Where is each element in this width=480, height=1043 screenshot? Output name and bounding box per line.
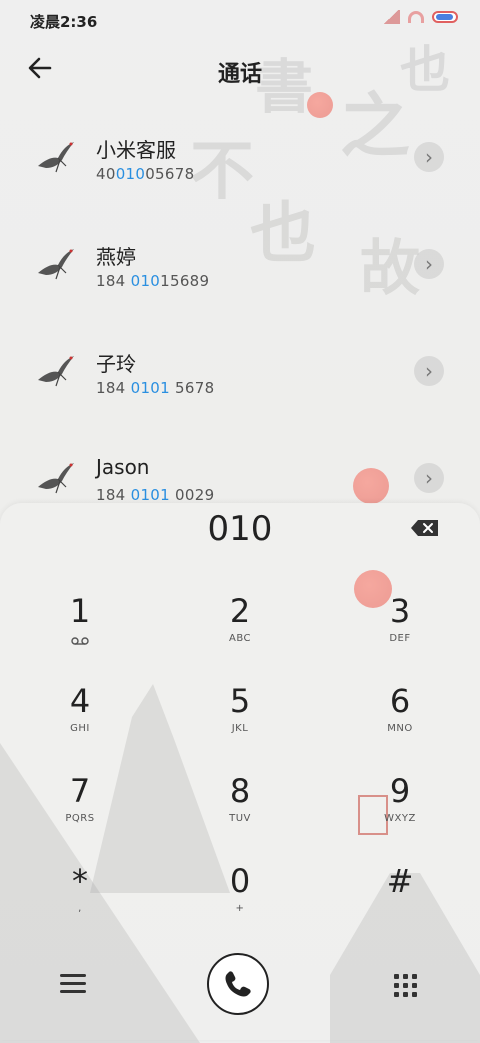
crane-avatar-icon (38, 463, 74, 494)
crane-avatar-icon (38, 356, 74, 387)
status-icons (382, 10, 458, 24)
key-8[interactable]: 8 TUV (180, 771, 300, 851)
key-hash[interactable]: # (340, 861, 460, 941)
key-6[interactable]: 6 MNO (340, 681, 460, 761)
contact-row[interactable]: 小米客服 4001005678 › (0, 110, 480, 217)
voicemail-icon (71, 637, 89, 645)
chevron-right-icon[interactable]: › (414, 142, 444, 172)
header: 通话 (0, 40, 480, 100)
dial-input[interactable]: 010 (0, 509, 480, 549)
key-star[interactable]: * , (20, 861, 140, 941)
contact-number: 184 01015689 (96, 272, 210, 290)
key-1[interactable]: 1 (20, 591, 140, 671)
contact-name: 子玲 (96, 352, 136, 376)
contact-number: 184 0101 5678 (96, 379, 215, 397)
chevron-right-icon[interactable]: › (414, 463, 444, 493)
contact-list: 小米客服 4001005678 › 燕婷 184 01015689 › 子玲 1… (0, 110, 480, 538)
signal-icon (382, 10, 400, 24)
key-7[interactable]: 7 PQRS (20, 771, 140, 851)
status-time: 凌晨2:36 (30, 13, 98, 31)
crane-avatar-icon (38, 249, 74, 280)
key-2[interactable]: 2 ABC (180, 591, 300, 671)
bottom-bar (0, 950, 480, 1020)
chevron-right-icon[interactable]: › (414, 249, 444, 279)
page-title: 通话 (217, 62, 262, 87)
phone-icon (225, 971, 251, 997)
key-9[interactable]: 9 WXYZ (340, 771, 460, 851)
key-3[interactable]: 3 DEF (340, 591, 460, 671)
contact-name: 燕婷 (96, 245, 136, 269)
contact-row[interactable]: 燕婷 184 01015689 › (0, 217, 480, 324)
wifi-icon (408, 11, 424, 23)
backspace-icon[interactable] (410, 518, 440, 538)
key-0[interactable]: 0 + (180, 861, 300, 941)
key-5[interactable]: 5 JKL (180, 681, 300, 761)
contact-name: 小米客服 (96, 138, 176, 162)
chevron-right-icon[interactable]: › (414, 356, 444, 386)
contact-row[interactable]: 子玲 184 0101 5678 › (0, 324, 480, 431)
crane-avatar-icon (38, 142, 74, 173)
dialpad-toggle-icon[interactable] (394, 974, 418, 998)
status-bar: 凌晨2:36 (0, 0, 480, 40)
call-button[interactable] (207, 953, 269, 1015)
key-4[interactable]: 4 GHI (20, 681, 140, 761)
contact-name: Jason (96, 455, 150, 479)
menu-icon[interactable] (60, 974, 86, 996)
contact-number: 184 0101 0029 (96, 486, 215, 504)
contact-number: 4001005678 (96, 165, 195, 183)
battery-icon (432, 11, 458, 23)
